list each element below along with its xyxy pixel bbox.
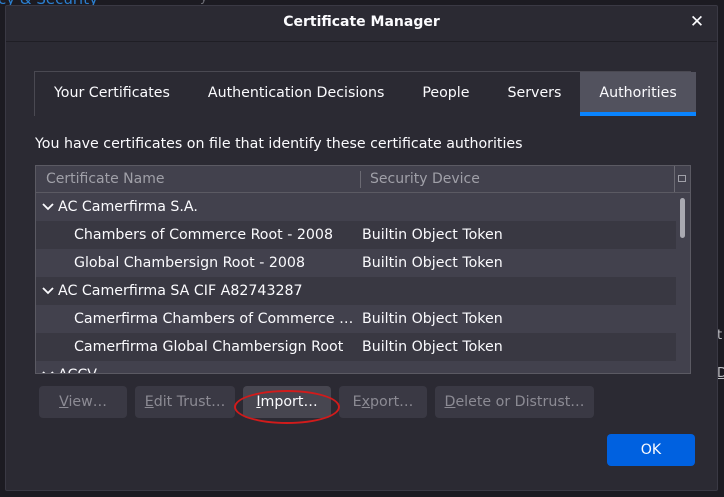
scrollbar-thumb[interactable] (680, 198, 685, 238)
tree-group-row[interactable]: AC Camerfirma S.A. (36, 193, 676, 221)
background-edge-link[interactable]: D (717, 366, 724, 381)
tab-description: You have certificates on file that ident… (35, 136, 523, 152)
column-separator[interactable] (360, 171, 361, 188)
tree-cert-row[interactable]: Camerfirma Global Chambersign Root Built… (36, 333, 676, 361)
dialog-title: Certificate Manager (283, 14, 440, 30)
chevron-down-icon[interactable] (42, 193, 54, 221)
column-header-certificate-name[interactable]: Certificate Name (46, 171, 164, 187)
cert-device: Builtin Object Token (362, 339, 503, 355)
ok-button[interactable]: OK (607, 434, 695, 466)
tree-group-name: AC Camerfirma S.A. (58, 199, 198, 215)
certificate-manager-dialog: Certificate Manager ✕ Your Certificates … (5, 5, 718, 491)
tree-group-name: AC Camerfirma SA CIF A82743287 (58, 283, 303, 299)
certificate-tree[interactable]: Certificate Name Security Device AC Came… (35, 165, 691, 374)
cert-name: Camerfirma Chambers of Commerce Root (74, 311, 354, 327)
tab-bar: Your Certificates Authentication Decisio… (34, 71, 696, 116)
tab-your-certificates[interactable]: Your Certificates (35, 72, 189, 116)
tab-people[interactable]: People (403, 72, 488, 116)
cert-device: Builtin Object Token (362, 227, 503, 243)
dialog-titlebar: Certificate Manager ✕ (6, 6, 717, 42)
tree-cert-row[interactable]: Global Chambersign Root - 2008 Builtin O… (36, 249, 676, 277)
tab-authorities[interactable]: Authorities (580, 72, 696, 116)
view-button[interactable]: View… (39, 386, 127, 418)
close-icon[interactable]: ✕ (687, 12, 707, 32)
tree-cert-row[interactable]: Camerfirma Chambers of Commerce Root Bui… (36, 305, 676, 333)
edit-trust-button[interactable]: Edit Trust… (135, 386, 235, 418)
column-picker-button[interactable] (674, 166, 690, 192)
tree-cert-row[interactable]: Chambers of Commerce Root - 2008 Builtin… (36, 221, 676, 249)
tree-rows: AC Camerfirma S.A. Chambers of Commerce … (36, 193, 676, 373)
tree-scrollbar[interactable] (676, 193, 690, 373)
column-picker-icon (678, 175, 686, 182)
tree-group-row[interactable]: ACCV (36, 361, 676, 373)
chevron-down-icon[interactable] (42, 361, 54, 373)
import-button[interactable]: Import… (243, 386, 331, 418)
chevron-down-icon[interactable] (42, 277, 54, 305)
cert-device: Builtin Object Token (362, 311, 503, 327)
cert-name: Camerfirma Global Chambersign Root (74, 339, 344, 355)
tree-header: Certificate Name Security Device (36, 166, 690, 193)
column-header-security-device[interactable]: Security Device (370, 171, 480, 187)
tab-servers[interactable]: Servers (488, 72, 580, 116)
delete-or-distrust-button[interactable]: Delete or Distrust… (435, 386, 594, 418)
tree-group-name: ACCV (58, 361, 97, 373)
cert-device: Builtin Object Token (362, 255, 503, 271)
tree-group-row[interactable]: AC Camerfirma SA CIF A82743287 (36, 277, 676, 305)
cert-name: Global Chambersign Root - 2008 (74, 255, 305, 271)
cert-name: Chambers of Commerce Root - 2008 (74, 227, 333, 243)
tab-authentication-decisions[interactable]: Authentication Decisions (189, 72, 403, 116)
export-button[interactable]: Export… (339, 386, 427, 418)
